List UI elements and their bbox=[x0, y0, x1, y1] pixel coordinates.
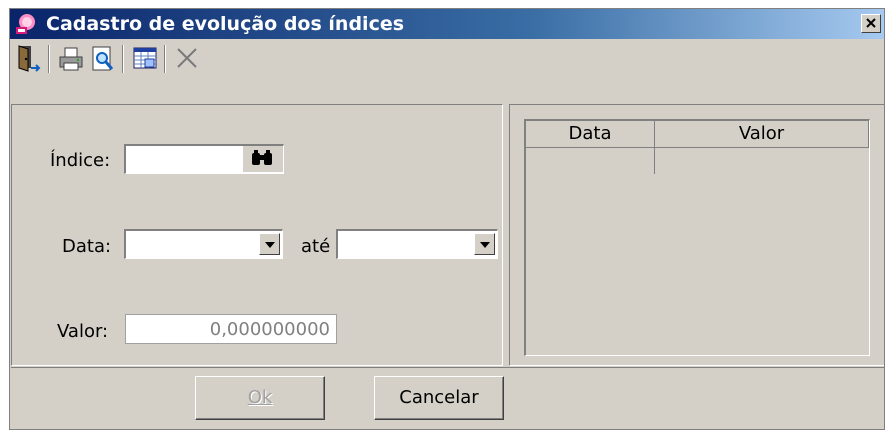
grid-panel: Data Valor bbox=[509, 104, 884, 366]
column-divider bbox=[654, 148, 655, 174]
delete-button[interactable] bbox=[172, 43, 202, 75]
data-grid[interactable]: Data Valor bbox=[524, 119, 870, 356]
ok-button-label: Ok bbox=[247, 387, 273, 408]
valor-label: Valor: bbox=[57, 321, 109, 342]
ok-button[interactable]: Ok bbox=[195, 376, 325, 420]
print-preview-icon bbox=[92, 46, 114, 71]
exit-button[interactable] bbox=[14, 43, 44, 75]
button-bar: Ok Cancelar bbox=[11, 367, 884, 429]
title-bar[interactable]: Cadastro de evolução dos índices bbox=[10, 9, 884, 39]
ate-label: até bbox=[301, 236, 331, 257]
printer-icon bbox=[59, 47, 83, 71]
toolbar-separator bbox=[122, 45, 124, 73]
data-from-select[interactable] bbox=[124, 229, 283, 259]
close-button[interactable] bbox=[861, 14, 881, 33]
binoculars-icon bbox=[252, 150, 272, 165]
chevron-down-icon[interactable] bbox=[474, 233, 495, 255]
toolbar bbox=[10, 41, 884, 77]
exit-icon bbox=[18, 45, 41, 72]
indice-label: Índice: bbox=[50, 150, 111, 171]
valor-field[interactable]: 0,000000000 bbox=[125, 314, 337, 344]
indice-field[interactable] bbox=[124, 144, 284, 174]
column-header-data[interactable]: Data bbox=[526, 121, 655, 148]
dialog-window: Cadastro de evolução dos índices Índice:… bbox=[9, 8, 885, 430]
toolbar-separator bbox=[164, 45, 166, 73]
window-title: Cadastro de evolução dos índices bbox=[46, 13, 405, 35]
cancel-button[interactable]: Cancelar bbox=[374, 376, 504, 420]
data-label: Data: bbox=[62, 236, 112, 257]
data-to-select[interactable] bbox=[336, 229, 498, 259]
grid-window-icon bbox=[133, 47, 157, 69]
app-icon bbox=[16, 14, 35, 34]
delete-icon bbox=[177, 48, 197, 68]
print-button[interactable] bbox=[56, 43, 86, 75]
print-preview-button[interactable] bbox=[88, 43, 118, 75]
close-icon bbox=[866, 18, 876, 28]
toolbar-separator bbox=[48, 45, 50, 73]
form-panel: Índice: Data: até Valor: 0,000000000 bbox=[11, 104, 503, 366]
indice-lookup-button[interactable] bbox=[243, 146, 283, 172]
chevron-down-icon[interactable] bbox=[259, 233, 280, 255]
column-header-valor[interactable]: Valor bbox=[655, 121, 869, 148]
grid-window-button[interactable] bbox=[130, 43, 160, 75]
cancel-button-label: Cancelar bbox=[399, 387, 479, 408]
